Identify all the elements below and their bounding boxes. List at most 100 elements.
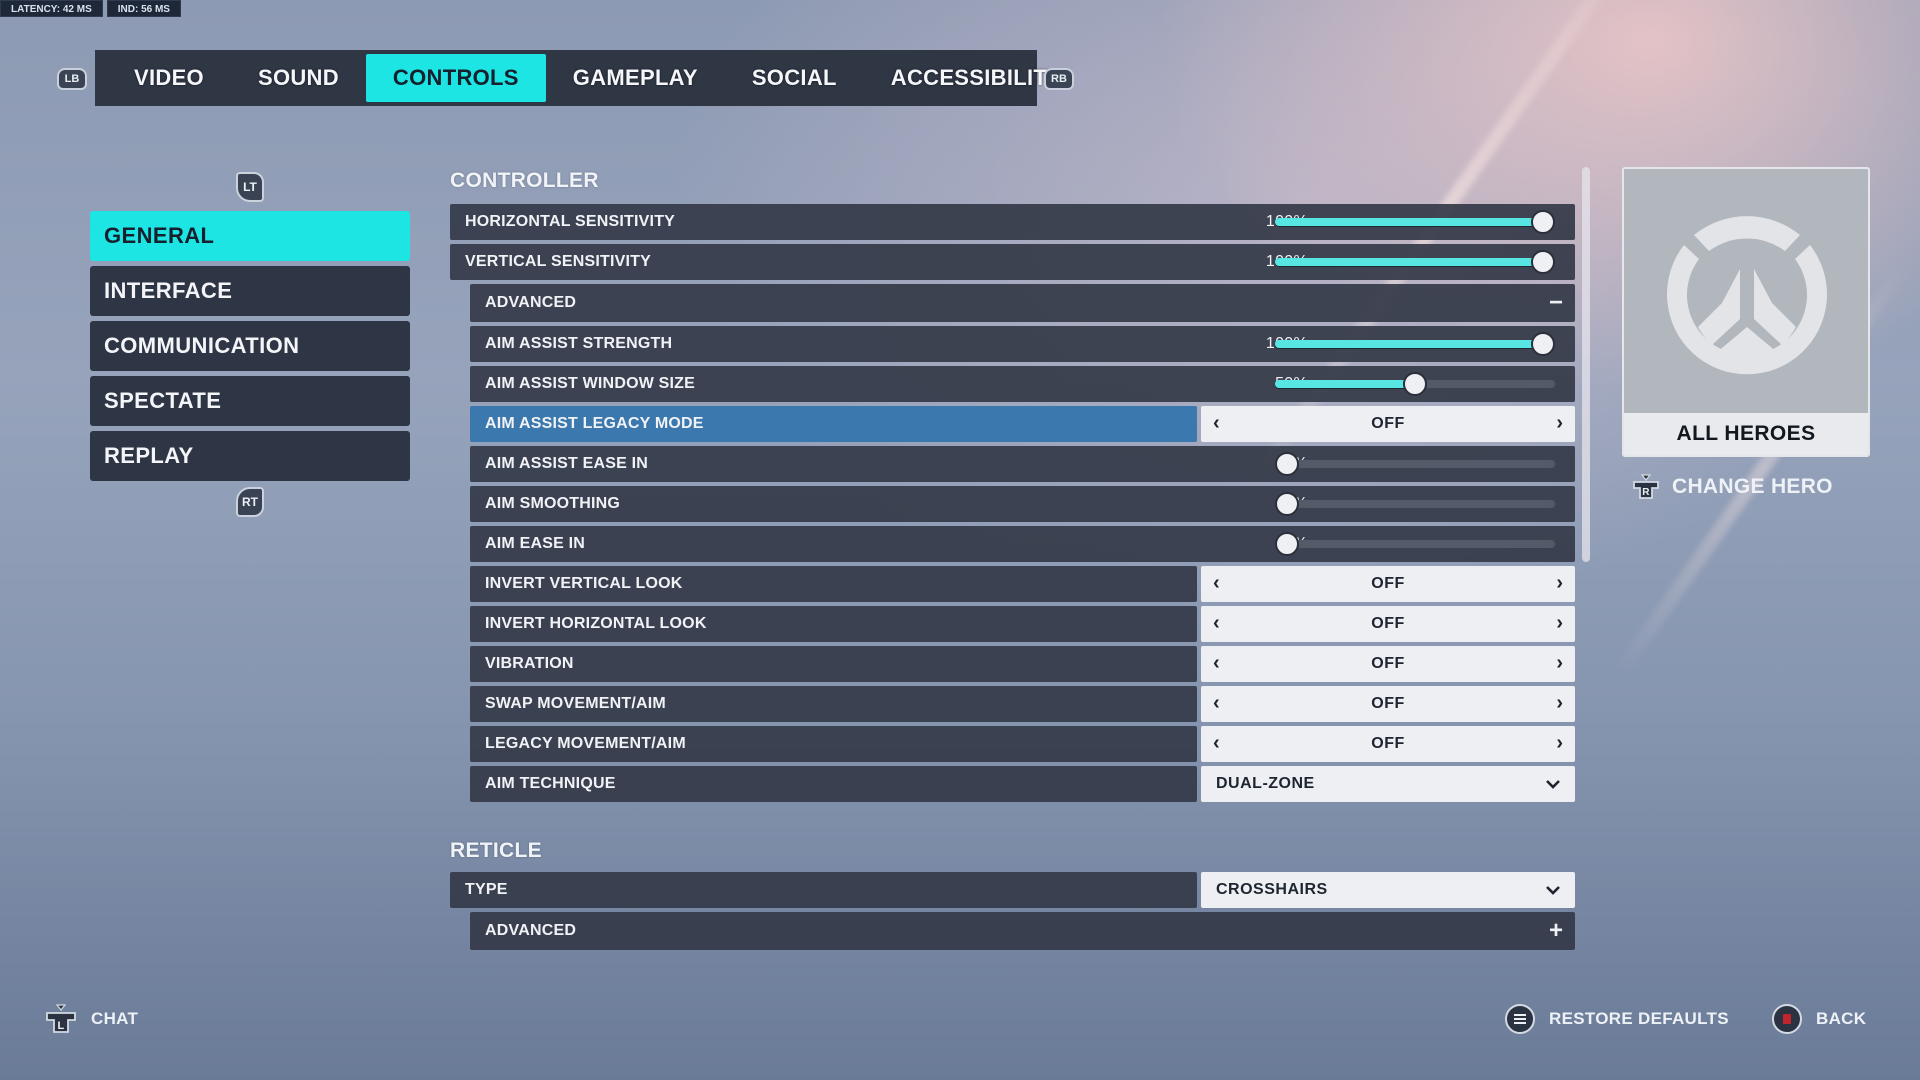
setting-aim-ease-in[interactable]: AIM EASE IN 0% — [470, 526, 1575, 562]
setting-aim-assist-ease-in[interactable]: AIM ASSIST EASE IN 0% — [470, 446, 1575, 482]
toggle-value: OFF — [1371, 695, 1405, 712]
aim-technique-dropdown[interactable]: DUAL-ZONE — [1201, 766, 1575, 802]
setting-aim-assist-strength[interactable]: AIM ASSIST STRENGTH 100% — [470, 326, 1575, 362]
chat-button[interactable]: L CHAT — [45, 1004, 138, 1034]
setting-advanced-expander[interactable]: ADVANCED − — [470, 284, 1575, 322]
setting-label: LEGACY MOVEMENT/AIM — [485, 735, 686, 752]
slider-fill — [1275, 380, 1415, 388]
setting-aim-technique[interactable]: AIM TECHNIQUE DUAL-ZONE — [470, 766, 1575, 802]
restore-defaults-button[interactable]: RESTORE DEFAULTS — [1505, 1004, 1729, 1034]
slider-thumb[interactable] — [1531, 250, 1555, 274]
slider-thumb[interactable] — [1275, 492, 1299, 516]
chevron-right-icon[interactable]: › — [1556, 732, 1563, 755]
invert-vertical-look-toggle[interactable]: ‹ OFF › — [1201, 566, 1575, 602]
reticle-heading: RETICLE — [450, 839, 542, 862]
dropdown-value: DUAL-ZONE — [1216, 775, 1315, 792]
vibration-toggle[interactable]: ‹ OFF › — [1201, 646, 1575, 682]
rt-trigger-icon[interactable]: RT — [236, 487, 264, 517]
top-tab-bar: VIDEO SOUND CONTROLS GAMEPLAY SOCIAL ACC… — [95, 50, 1062, 106]
slider-thumb[interactable] — [1403, 372, 1427, 396]
settings-scrollbar[interactable] — [1582, 167, 1590, 562]
controller-heading: CONTROLLER — [450, 169, 599, 192]
menu-icon — [1505, 1004, 1535, 1034]
setting-aim-assist-window-size[interactable]: AIM ASSIST WINDOW SIZE 50% — [470, 366, 1575, 402]
setting-aim-smoothing[interactable]: AIM SMOOTHING 0% — [470, 486, 1575, 522]
sidebar-item-replay[interactable]: REPLAY — [90, 431, 410, 481]
slider-track — [1275, 500, 1555, 508]
setting-invert-horizontal-look[interactable]: INVERT HORIZONTAL LOOK ‹ OFF › — [470, 606, 1575, 642]
legacy-movement-aim-toggle[interactable]: ‹ OFF › — [1201, 726, 1575, 762]
slider-track — [1275, 540, 1555, 548]
tab-social[interactable]: SOCIAL — [725, 54, 864, 102]
rb-bumper-icon[interactable]: RB — [1044, 68, 1074, 90]
performance-stats: LATENCY: 42 MS IND: 56 MS — [0, 0, 181, 17]
setting-label: AIM EASE IN — [485, 535, 585, 552]
aim-smoothing-slider[interactable] — [1275, 492, 1555, 516]
lt-trigger-icon[interactable]: LT — [236, 172, 264, 202]
slider-track — [1275, 460, 1555, 468]
slider-thumb[interactable] — [1531, 332, 1555, 356]
setting-label: VIBRATION — [485, 655, 574, 672]
setting-label: AIM ASSIST STRENGTH — [485, 335, 673, 352]
chevron-right-icon[interactable]: › — [1556, 692, 1563, 715]
sidebar-item-interface[interactable]: INTERFACE — [90, 266, 410, 316]
setting-label: ADVANCED — [485, 294, 577, 311]
setting-horizontal-sensitivity[interactable]: HORIZONTAL SENSITIVITY 100% — [450, 204, 1575, 240]
slider-fill — [1275, 340, 1543, 348]
sidebar-item-general[interactable]: GENERAL — [90, 211, 410, 261]
chat-label: CHAT — [91, 1009, 139, 1028]
setting-reticle-type[interactable]: TYPE CROSSHAIRS — [450, 872, 1575, 908]
setting-invert-vertical-look[interactable]: INVERT VERTICAL LOOK ‹ OFF › — [470, 566, 1575, 602]
setting-reticle-advanced-expander[interactable]: ADVANCED + — [470, 912, 1575, 950]
tab-controls[interactable]: CONTROLS — [365, 54, 546, 102]
tab-video[interactable]: VIDEO — [107, 54, 231, 102]
setting-label: HORIZONTAL SENSITIVITY — [465, 213, 676, 230]
setting-vertical-sensitivity[interactable]: VERTICAL SENSITIVITY 100% — [450, 244, 1575, 280]
change-hero-label: CHANGE HERO — [1672, 475, 1833, 498]
chevron-down-icon — [1546, 886, 1560, 895]
slider-thumb[interactable] — [1275, 452, 1299, 476]
setting-swap-movement-aim[interactable]: SWAP MOVEMENT/AIM ‹ OFF › — [470, 686, 1575, 722]
slider-thumb[interactable] — [1531, 210, 1555, 234]
svg-text:R: R — [1642, 487, 1650, 498]
svg-text:L: L — [57, 1020, 64, 1032]
invert-horizontal-look-toggle[interactable]: ‹ OFF › — [1201, 606, 1575, 642]
setting-label: ADVANCED — [485, 922, 577, 939]
aim-assist-legacy-mode-toggle[interactable]: ‹ OFF › — [1201, 406, 1575, 442]
aim-assist-strength-slider[interactable] — [1275, 332, 1555, 356]
ind-readout: IND: 56 MS — [106, 0, 181, 17]
tab-sound[interactable]: SOUND — [231, 54, 366, 102]
tab-gameplay[interactable]: GAMEPLAY — [546, 54, 725, 102]
swap-movement-aim-toggle[interactable]: ‹ OFF › — [1201, 686, 1575, 722]
chevron-right-icon[interactable]: › — [1556, 652, 1563, 675]
reticle-settings-list: TYPE CROSSHAIRS ADVANCED + — [450, 872, 1575, 954]
sidebar-item-communication[interactable]: COMMUNICATION — [90, 321, 410, 371]
plus-icon[interactable]: + — [1549, 919, 1563, 943]
reticle-type-dropdown[interactable]: CROSSHAIRS — [1201, 872, 1575, 908]
sidebar: GENERAL INTERFACE COMMUNICATION SPECTATE… — [90, 211, 410, 486]
chevron-right-icon[interactable]: › — [1556, 412, 1563, 435]
lb-bumper-icon[interactable]: LB — [57, 68, 87, 90]
horizontal-sensitivity-slider[interactable] — [1275, 210, 1555, 234]
latency-readout: LATENCY: 42 MS — [0, 0, 103, 17]
toggle-value: OFF — [1371, 415, 1405, 432]
aim-assist-window-size-slider[interactable] — [1275, 372, 1555, 396]
change-hero-button[interactable]: R CHANGE HERO — [1632, 474, 1833, 500]
back-label: BACK — [1816, 1009, 1867, 1028]
chevron-right-icon[interactable]: › — [1556, 572, 1563, 595]
sidebar-item-spectate[interactable]: SPECTATE — [90, 376, 410, 426]
back-button[interactable]: BACK — [1772, 1004, 1866, 1034]
aim-ease-in-slider[interactable] — [1275, 532, 1555, 556]
minus-icon[interactable]: − — [1549, 291, 1563, 315]
slider-fill — [1275, 218, 1543, 226]
left-stick-icon: L — [46, 1004, 76, 1033]
slider-thumb[interactable] — [1275, 532, 1299, 556]
aim-assist-ease-in-slider[interactable] — [1275, 452, 1555, 476]
setting-aim-assist-legacy-mode[interactable]: AIM ASSIST LEGACY MODE ‹ OFF › — [470, 406, 1575, 442]
vertical-sensitivity-slider[interactable] — [1275, 250, 1555, 274]
setting-label: INVERT VERTICAL LOOK — [485, 575, 683, 592]
hero-card[interactable]: ALL HEROES — [1622, 167, 1870, 457]
chevron-right-icon[interactable]: › — [1556, 612, 1563, 635]
setting-legacy-movement-aim[interactable]: LEGACY MOVEMENT/AIM ‹ OFF › — [470, 726, 1575, 762]
setting-vibration[interactable]: VIBRATION ‹ OFF › — [470, 646, 1575, 682]
